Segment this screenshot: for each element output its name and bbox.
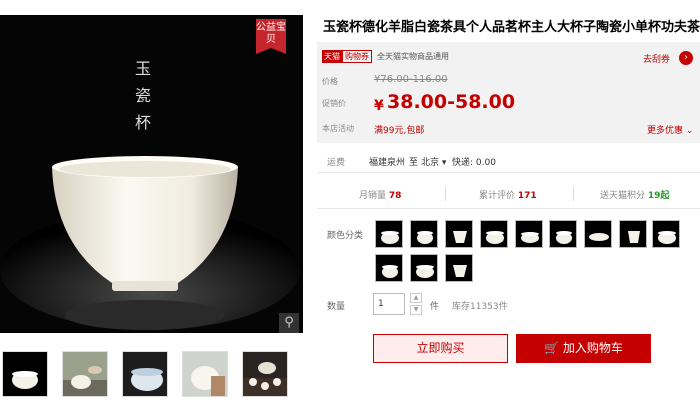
- ship-to-value: 北京: [421, 158, 440, 168]
- original-price: ¥76.00-116.00: [374, 74, 448, 85]
- chevron-down-icon: ▾: [439, 158, 447, 168]
- more-offers-link[interactable]: 更多优惠 ⌄: [647, 123, 693, 136]
- monthly-sales-value: 78: [388, 191, 402, 201]
- color-swatch[interactable]: [375, 254, 403, 282]
- price-panel: 天猫 购物券 全天猫实物商品通用 去刮券 › 价格 ¥76.00-116.00 …: [317, 42, 700, 143]
- monthly-sales-label: 月销量: [359, 191, 387, 201]
- stats-row: 月销量 78 累计评价 171 送天猫积分 19起: [317, 180, 700, 209]
- color-swatch[interactable]: [410, 220, 438, 248]
- promo-row: 天猫 购物券 全天猫实物商品通用: [322, 50, 449, 63]
- monthly-sales: 月销量 78: [359, 188, 401, 201]
- store-promo-label: 本店活动: [322, 124, 354, 133]
- ship-from: 福建泉州: [369, 158, 406, 168]
- ship-to-select[interactable]: 北京 ▾: [421, 155, 446, 168]
- ship-to-word: 至: [409, 158, 419, 168]
- original-price-label: 价格: [322, 77, 338, 86]
- divider: [573, 187, 574, 201]
- stock-count: 库存11353件: [452, 302, 508, 312]
- quantity-decrease-button[interactable]: ▼: [410, 305, 422, 315]
- thumbnail-1[interactable]: [2, 351, 48, 397]
- thumbnail-3[interactable]: [122, 351, 168, 397]
- quantity-increase-button[interactable]: ▲: [410, 293, 422, 303]
- get-coupon-link[interactable]: 去刮券: [643, 52, 670, 65]
- shipping-fee: 快递: 0.00: [452, 158, 496, 168]
- color-swatch[interactable]: [375, 220, 403, 248]
- add-to-cart-label: 加入购物车: [562, 341, 623, 355]
- color-swatch[interactable]: [652, 220, 680, 248]
- tmall-points-label: 送天猫积分: [600, 191, 646, 201]
- thumbnail-5[interactable]: [242, 351, 288, 397]
- color-option-label: 颜色分类: [327, 231, 364, 241]
- image-caption: 玉瓷杯: [134, 59, 151, 132]
- charity-badge: 公益宝贝: [256, 19, 286, 54]
- review-count-value: 171: [517, 191, 537, 201]
- chevron-right-icon[interactable]: ›: [679, 51, 693, 65]
- color-swatch[interactable]: [445, 220, 473, 248]
- add-to-cart-button[interactable]: 🛒 加入购物车: [516, 334, 651, 363]
- tmall-points-value: 19起: [647, 191, 670, 201]
- color-swatch[interactable]: [480, 220, 508, 248]
- color-swatch[interactable]: [549, 220, 577, 248]
- color-swatch[interactable]: [515, 220, 543, 248]
- currency-symbol: ¥: [374, 98, 384, 114]
- thumbnail-strip: [0, 348, 303, 398]
- color-swatch[interactable]: [584, 220, 612, 248]
- delivery-label: 运费: [327, 158, 346, 168]
- divider: [445, 187, 446, 201]
- review-count-label: 累计评价: [479, 191, 516, 201]
- shopping-cart-icon: 🛒: [544, 341, 560, 355]
- product-title: 玉瓷杯德化羊脂白瓷茶具个人品茗杯主人大杯子陶瓷小单杯功夫茶杯: [323, 20, 700, 35]
- promo-text: 全天猫实物商品通用: [377, 52, 449, 61]
- quantity-input[interactable]: 1: [373, 293, 405, 315]
- main-product-image[interactable]: 玉瓷杯: [0, 15, 303, 333]
- color-swatch[interactable]: [619, 220, 647, 248]
- promo-price: 38.00-58.00: [387, 91, 516, 113]
- quantity-label: 数量: [327, 302, 346, 312]
- color-swatch[interactable]: [410, 254, 438, 282]
- tmall-points: 送天猫积分 19起: [600, 188, 669, 201]
- promo-price-label: 促销价: [322, 99, 346, 108]
- review-count[interactable]: 累计评价 171: [479, 188, 537, 201]
- chevron-down-icon: ⌄: [683, 126, 694, 136]
- delivery-row: 运费 福建泉州 至 北京 ▾ 快递: 0.00: [317, 150, 700, 173]
- quantity-unit: 件: [430, 302, 440, 312]
- magnifier-icon: ⚲: [284, 315, 294, 330]
- thumbnail-2[interactable]: [62, 351, 108, 397]
- zoom-button[interactable]: ⚲: [279, 313, 299, 333]
- more-offers-label: 更多优惠: [647, 126, 684, 136]
- buy-now-button[interactable]: 立即购买: [373, 334, 508, 363]
- thumbnail-4[interactable]: [182, 351, 228, 397]
- coupon-tag: 购物券: [342, 50, 372, 63]
- tmall-tag: 天猫: [322, 50, 342, 63]
- color-swatch[interactable]: [445, 254, 473, 282]
- store-promo-text: 满99元,包邮: [374, 126, 425, 136]
